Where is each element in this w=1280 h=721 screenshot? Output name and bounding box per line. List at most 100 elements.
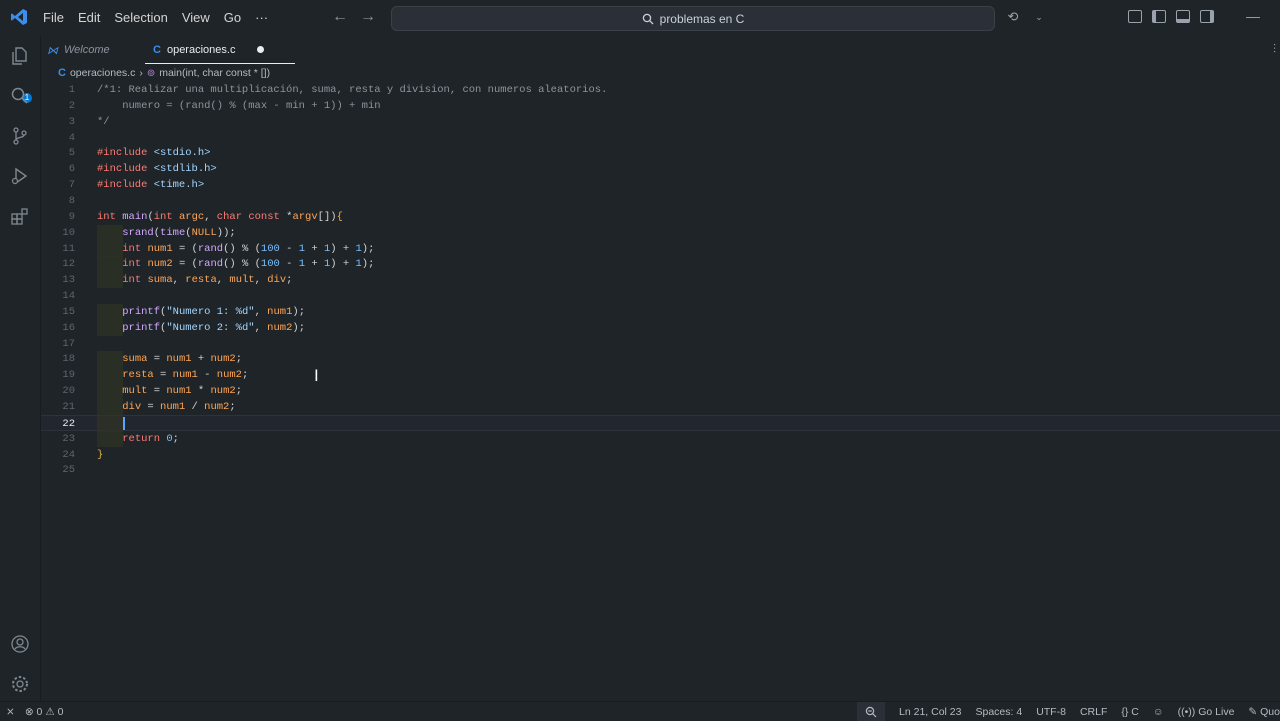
error-count: 0 — [36, 705, 43, 718]
status-bar-left: ⨯ ⊗ 0 ⚠ 0 — [6, 702, 64, 721]
code-editor[interactable]: 1 /*1: Realizar una multiplicación, suma,… — [41, 82, 1280, 701]
unsaved-dot-icon[interactable] — [257, 46, 265, 53]
toggle-panel-icon[interactable] — [1176, 10, 1190, 23]
menu-selection[interactable]: Selection — [107, 0, 174, 36]
back-arrow-icon[interactable]: ← — [332, 8, 348, 26]
line-number: 19 — [62, 369, 75, 382]
code-line[interactable]: 19 resta = num1 - num2; — [41, 367, 1280, 384]
toggle-secondary-sidebar-icon[interactable] — [1200, 10, 1214, 23]
settings-gear-icon[interactable] — [8, 672, 32, 696]
code-text: #include <time.h> — [97, 179, 205, 192]
code-text: /*1: Realizar una multiplicación, suma, … — [97, 84, 608, 96]
forward-arrow-icon[interactable]: → — [360, 8, 376, 26]
code-line[interactable]: 20 mult = num1 * num2; — [41, 383, 1280, 400]
line-number: 2 — [68, 99, 75, 112]
code-line[interactable]: 17 — [41, 336, 1280, 352]
copilot-icon[interactable]: ⟲ — [1005, 9, 1021, 25]
code-line[interactable]: 8 — [41, 193, 1280, 209]
warning-count: 0 — [57, 705, 64, 718]
tab-welcome[interactable]: ⋈ Welcome — [47, 36, 143, 64]
titlebar-actions: ⟲ ⌄ — [1005, 9, 1047, 25]
layout-controls — [1128, 10, 1214, 23]
minimize-icon[interactable]: — — [1246, 8, 1260, 24]
code-line[interactable]: 16 printf("Numero 2: %d", num2); — [41, 319, 1280, 336]
code-line[interactable]: 1 /*1: Realizar una multiplicación, suma,… — [41, 82, 1280, 98]
tab-operaciones-label: operaciones.c — [166, 43, 236, 56]
code-line[interactable]: 6 #include <stdlib.h> — [41, 161, 1280, 177]
account-icon[interactable] — [8, 632, 32, 656]
code-line[interactable]: 15 printf("Numero 1: %d", num1); — [41, 303, 1280, 320]
explorer-icon[interactable] — [8, 44, 32, 68]
editor-tabs: ⋈ Welcome C operaciones.c ⫶ — [41, 36, 1280, 64]
code-line[interactable]: 4 — [41, 130, 1280, 146]
problems-indicator[interactable]: ⊗ 0 ⚠ 0 — [25, 706, 64, 718]
zoom-icon[interactable] — [857, 702, 886, 721]
code-line[interactable]: 10 srand(time(NULL)); — [41, 224, 1280, 241]
code-line[interactable]: 12 int num2 = (rand() % (100 - 1 + 1) + … — [41, 256, 1280, 273]
code-line[interactable]: 5 #include <stdio.h> — [41, 145, 1280, 161]
code-text: int num1 = (rand() % (100 - 1 + 1) + 1); — [122, 242, 375, 255]
code-line[interactable]: 14 — [41, 288, 1280, 304]
code-text: */ — [97, 115, 110, 128]
line-number: 17 — [62, 337, 75, 350]
code-text: #include <stdlib.h> — [97, 163, 217, 176]
code-text: int num2 = (rand() % (100 - 1 + 1) + 1); — [122, 258, 375, 271]
code-line[interactable]: 23 return 0; — [41, 430, 1280, 447]
code-line[interactable]: 7 #include <time.h> — [41, 177, 1280, 193]
indentation[interactable]: Spaces: 4 — [975, 706, 1022, 718]
code-line[interactable]: 21 div = num1 / num2; — [41, 399, 1280, 415]
code-line[interactable]: 9 int main(int argc, char const *argv[]){ — [41, 209, 1280, 225]
remote-icon[interactable]: ⨯ — [6, 706, 15, 718]
tab-operaciones[interactable]: C operaciones.c — [145, 36, 295, 64]
search-icon[interactable] — [8, 84, 32, 108]
code-line[interactable]: 25 — [41, 462, 1280, 478]
menu-file[interactable]: File — [36, 0, 71, 36]
end-of-line[interactable]: CRLF — [1080, 706, 1107, 718]
code-line[interactable]: 2 numero = (rand() % (max - min + 1)) + … — [41, 98, 1280, 114]
code-line[interactable]: 11 int num1 = (rand() % (100 - 1 + 1) + … — [41, 240, 1280, 257]
language-label: C — [1131, 705, 1139, 718]
line-number: 21 — [62, 401, 75, 413]
menu-edit[interactable]: Edit — [71, 0, 107, 36]
code-text: resta = num1 - num2; — [122, 369, 249, 382]
vscode-tab-icon: ⋈ — [47, 44, 58, 57]
encoding[interactable]: UTF-8 — [1036, 706, 1066, 718]
customize-layout-icon[interactable] — [1128, 10, 1142, 23]
line-number: 14 — [62, 290, 75, 303]
code-text: numero = (rand() % (max - min + 1)) + mi… — [97, 99, 381, 112]
menu-view[interactable]: View — [175, 0, 217, 36]
go-live-button[interactable]: ((•)) Go Live — [1178, 706, 1235, 718]
line-number: 7 — [68, 179, 75, 192]
line-number: 16 — [62, 321, 75, 334]
menu-bar: File Edit Selection View Go ··· — [36, 0, 275, 36]
chevron-down-icon[interactable]: ⌄ — [1031, 9, 1047, 25]
extensions-icon[interactable] — [8, 204, 32, 228]
menu-more[interactable]: ··· — [248, 0, 275, 36]
code-text: } — [97, 448, 104, 461]
code-line[interactable]: 18 suma = num1 + num2; — [41, 351, 1280, 368]
line-number: 6 — [68, 163, 75, 176]
code-line[interactable]: 13 int suma, resta, mult, div; — [41, 272, 1280, 289]
split-editor-icon[interactable]: ⫶ — [1273, 42, 1276, 57]
menu-go[interactable]: Go — [217, 0, 248, 36]
breadcrumb-file[interactable]: operaciones.c — [70, 67, 135, 79]
breadcrumb-symbol[interactable]: main(int, char const * []) — [159, 67, 270, 79]
code-line[interactable]: 22 — [41, 414, 1280, 432]
nav-arrows: ← → — [332, 8, 376, 26]
toggle-primary-sidebar-icon[interactable] — [1152, 10, 1166, 23]
braces-icon: {} — [1121, 705, 1129, 718]
error-icon: ⊗ — [24, 705, 34, 718]
run-debug-icon[interactable] — [8, 164, 32, 188]
quokka-button[interactable]: ✎ Quo — [1248, 706, 1280, 718]
function-symbol-icon: ⊚ — [146, 67, 156, 79]
command-center-search[interactable]: problemas en C — [391, 6, 995, 31]
code-line[interactable]: 3 */ — [41, 114, 1280, 130]
copilot-status-icon[interactable]: ☺ — [1153, 706, 1164, 718]
source-control-icon[interactable] — [8, 124, 32, 148]
code-line[interactable]: 24} — [41, 447, 1280, 463]
code-text: #include <stdio.h> — [97, 147, 211, 160]
language-mode[interactable]: {} C — [1121, 706, 1139, 718]
title-bar: File Edit Selection View Go ··· ← → prob… — [0, 0, 1280, 37]
line-number: 13 — [62, 274, 75, 287]
cursor-position[interactable]: Ln 21, Col 23 — [899, 706, 961, 718]
